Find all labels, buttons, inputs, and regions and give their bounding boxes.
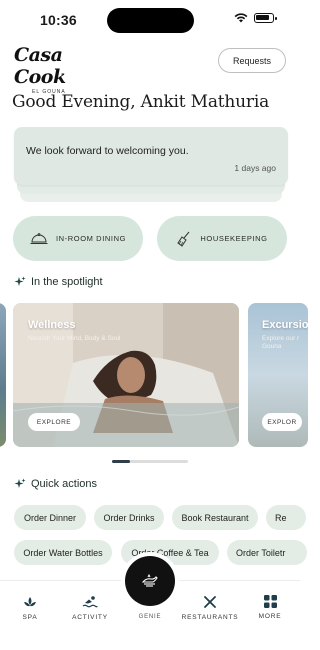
card-subtitle-line2: Gouna — [262, 343, 282, 350]
battery-icon — [254, 13, 277, 23]
quick-action-chip[interactable]: Order Drinks — [94, 505, 164, 530]
spotlight-card-wellness[interactable]: Wellness Nourish Your Mind, Body & Soul … — [13, 303, 239, 447]
nav-more[interactable]: MORE — [240, 595, 300, 620]
requests-button[interactable]: Requests — [218, 48, 286, 73]
message-text: We look forward to welcoming you. — [26, 145, 189, 157]
quick-action-chip[interactable]: Order Dinner — [14, 505, 86, 530]
nav-restaurants-label: RESTAURANTS — [181, 614, 239, 621]
quick-action-chip[interactable]: Re — [266, 505, 306, 530]
housekeeping-button[interactable]: HOUSEKEEPING — [157, 216, 287, 261]
greeting-title: Good Evening, Ankit Mathuria — [12, 92, 270, 112]
quick-actions-title: Quick actions — [31, 478, 98, 490]
wifi-icon — [234, 13, 248, 23]
quick-actions-heading: Quick actions — [14, 478, 97, 490]
carousel-indicator-thumb — [112, 460, 130, 463]
cloche-icon — [30, 232, 48, 244]
nav-more-label: MORE — [258, 613, 282, 620]
swimmer-icon — [82, 596, 98, 608]
message-stack[interactable]: We look forward to welcoming you. 1 days… — [14, 127, 288, 202]
grid-icon — [263, 595, 277, 608]
status-bar: 10:36 — [0, 0, 300, 40]
nav-restaurants[interactable]: RESTAURANTS — [180, 595, 240, 621]
in-room-dining-button[interactable]: IN-ROOM DINING — [13, 216, 143, 261]
hotel-logo: Casa Cook EL GOUNA — [14, 44, 86, 95]
spotlight-title: In the spotlight — [31, 276, 103, 288]
spotlight-heading: In the spotlight — [14, 276, 103, 288]
nav-activity[interactable]: ACTIVITY — [60, 595, 120, 621]
lotus-icon — [24, 597, 36, 607]
card-subtitle: Explore our r — [262, 335, 300, 342]
spotlight-card-previous[interactable] — [0, 303, 6, 447]
sparkle-icon — [14, 276, 26, 286]
sparkle-icon — [14, 478, 26, 488]
message-time: 1 days ago — [234, 163, 276, 173]
explore-button[interactable]: EXPLOR — [262, 413, 302, 431]
quick-action-chip[interactable]: Order Water Bottles — [14, 540, 112, 565]
nav-spa[interactable]: SPA — [0, 595, 60, 621]
carousel-indicator[interactable] — [112, 460, 188, 463]
explore-button[interactable]: EXPLORE — [28, 413, 80, 431]
quick-action-chip[interactable]: Order Toiletr — [227, 540, 307, 565]
housekeeping-label: HOUSEKEEPING — [200, 234, 268, 243]
card-subtitle: Nourish Your Mind, Body & Soul — [28, 335, 121, 342]
message-card[interactable]: We look forward to welcoming you. 1 days… — [14, 127, 288, 185]
spotlight-card-excursions[interactable]: Excursio Explore our r Gouna EXPLOR — [248, 303, 308, 447]
broom-icon — [177, 231, 190, 247]
genie-lamp-icon — [141, 573, 158, 587]
card-title: Wellness — [28, 319, 76, 331]
genie-label: GENIE — [138, 614, 162, 620]
nav-spa-label: SPA — [22, 614, 38, 621]
nav-activity-label: ACTIVITY — [72, 614, 108, 621]
quick-action-chip[interactable]: Book Restaurant — [172, 505, 258, 530]
status-icons — [234, 13, 277, 23]
logo-text: Casa Cook — [14, 44, 66, 88]
cutlery-icon — [204, 596, 216, 608]
card-title: Excursio — [262, 319, 308, 331]
genie-button[interactable] — [125, 556, 175, 606]
in-room-dining-label: IN-ROOM DINING — [55, 234, 127, 243]
status-time: 10:36 — [40, 12, 77, 28]
dynamic-island — [107, 8, 194, 33]
